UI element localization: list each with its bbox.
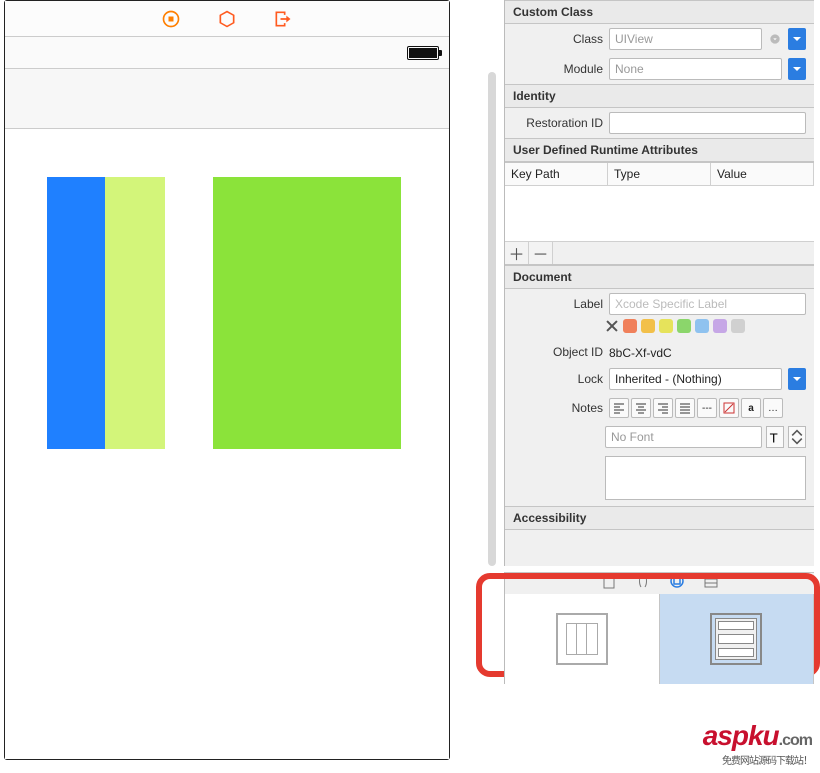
- input-class[interactable]: UIView: [609, 28, 762, 50]
- svg-text:T: T: [770, 430, 778, 445]
- swatch-green[interactable]: [677, 319, 691, 333]
- align-right-icon[interactable]: [653, 398, 673, 418]
- identity-inspector: Custom Class Class UIView Module None Id…: [504, 0, 814, 566]
- value-objectid: 8bC-Xf-vdC: [609, 343, 672, 360]
- list-icon[interactable]: ---: [697, 398, 717, 418]
- label-objectid: Object ID: [513, 345, 603, 359]
- remove-attr-button[interactable]: －: [529, 242, 553, 264]
- section-accessibility: Accessibility: [505, 506, 814, 530]
- input-restoration-id[interactable]: [609, 112, 806, 134]
- col-keypath[interactable]: Key Path: [505, 163, 608, 185]
- align-center-icon[interactable]: [631, 398, 651, 418]
- view-green[interactable]: [213, 177, 401, 449]
- col-type[interactable]: Type: [608, 163, 711, 185]
- class-dropdown[interactable]: [788, 28, 806, 50]
- align-left-icon[interactable]: [609, 398, 629, 418]
- module-dropdown[interactable]: [788, 58, 806, 80]
- align-justify-icon[interactable]: [675, 398, 695, 418]
- autocomplete-arrow-icon[interactable]: [768, 32, 782, 46]
- battery-icon: [407, 46, 439, 60]
- ib-canvas-frame: [4, 0, 450, 760]
- device-statusbar: [5, 37, 449, 69]
- swatch-yellow[interactable]: [641, 319, 655, 333]
- view-blue[interactable]: [47, 177, 105, 449]
- swatch-none[interactable]: [605, 319, 619, 333]
- label-restoration: Restoration ID: [513, 116, 603, 130]
- runtime-attrs-empty[interactable]: [505, 186, 814, 242]
- font-field[interactable]: No Font: [605, 426, 762, 448]
- font-stepper-icon[interactable]: [788, 426, 806, 448]
- label-lock: Lock: [513, 372, 603, 386]
- lib-item-vstackview[interactable]: [660, 594, 815, 684]
- select-lock[interactable]: Inherited - (Nothing): [609, 368, 782, 390]
- input-doclabel[interactable]: Xcode Specific Label: [609, 293, 806, 315]
- add-attr-button[interactable]: ＋: [505, 242, 529, 264]
- label-color-swatches: [505, 319, 814, 339]
- canvas-toolbar: [5, 1, 449, 37]
- diag-icon[interactable]: [719, 398, 739, 418]
- letter-a-icon[interactable]: a: [741, 398, 761, 418]
- swatch-orange[interactable]: [623, 319, 637, 333]
- section-runtime-attrs: User Defined Runtime Attributes: [505, 138, 814, 162]
- input-module[interactable]: None: [609, 58, 782, 80]
- view-lime[interactable]: [105, 177, 165, 449]
- col-value[interactable]: Value: [711, 163, 814, 185]
- section-custom-class: Custom Class: [505, 0, 814, 24]
- cube-icon[interactable]: [217, 9, 237, 29]
- label-module: Module: [513, 62, 603, 76]
- swatch-purple[interactable]: [713, 319, 727, 333]
- more-icon[interactable]: …: [763, 398, 783, 418]
- label-class: Class: [513, 32, 603, 46]
- section-document: Document: [505, 265, 814, 289]
- lock-dropdown[interactable]: [788, 368, 806, 390]
- canvas-body[interactable]: [5, 129, 449, 759]
- swatch-blue[interactable]: [695, 319, 709, 333]
- watermark: aspku.com 免费网站源码下载站！: [703, 720, 812, 767]
- runtime-attrs-table: Key Path Type Value ＋ －: [505, 162, 814, 265]
- object-library: [504, 594, 814, 684]
- label-notes: Notes: [513, 401, 603, 415]
- run-icon[interactable]: [161, 9, 181, 29]
- navbar-placeholder: [5, 69, 449, 129]
- section-identity: Identity: [505, 84, 814, 108]
- lib-item-hstackview[interactable]: [505, 594, 660, 684]
- swatch-grey[interactable]: [731, 319, 745, 333]
- exit-icon[interactable]: [273, 9, 293, 29]
- swatch-lime[interactable]: [659, 319, 673, 333]
- notes-textarea[interactable]: [605, 456, 806, 500]
- font-picker-icon[interactable]: T: [766, 426, 784, 448]
- label-doclabel: Label: [513, 297, 603, 311]
- scroll-track[interactable]: [488, 72, 496, 566]
